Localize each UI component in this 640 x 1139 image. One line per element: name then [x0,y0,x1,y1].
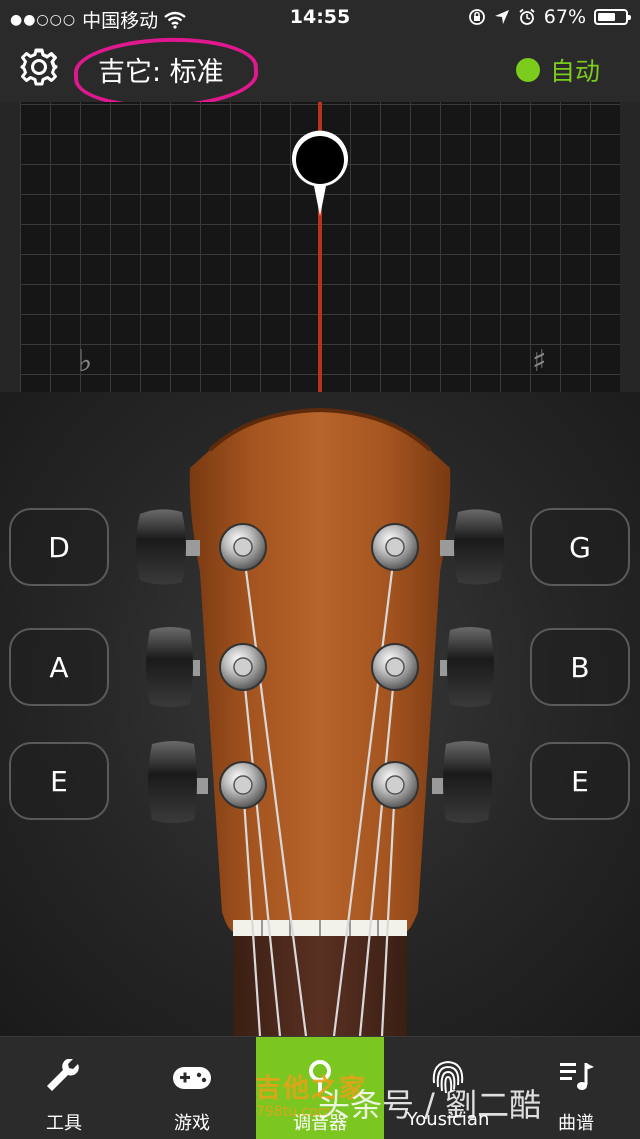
string-button-high-e[interactable]: E [530,742,630,820]
header-bar: 吉它: 标准 自动 [0,34,640,112]
tuner-frame-left [0,102,20,392]
tab-label: 游戏 [174,1113,210,1134]
sharp-symbol: ♯ [532,344,547,379]
headstock-stage: D A E G B E [0,392,640,1036]
tab-tools[interactable]: 工具 [0,1037,128,1139]
guitar-headstock-illustration [136,407,504,1036]
auto-indicator-icon [515,58,540,82]
instrument-title: 吉它: 标准 [98,57,224,88]
string-button-g[interactable]: G [530,508,630,586]
status-bar: ●●○○○ 中国移动 14:55 67% [0,0,640,36]
tuner-display: ♭ ♯ [20,102,620,392]
tuner-frame-right [620,102,640,392]
battery-fill [598,13,615,21]
string-button-low-e[interactable]: E [9,742,109,820]
auto-mode-toggle[interactable]: 自动 [515,52,600,88]
string-button-b[interactable]: B [530,628,630,706]
gamepad-icon [173,1067,211,1089]
flat-symbol: ♭ [78,344,93,379]
battery-percent: 67% [543,6,586,28]
battery-icon [594,9,631,25]
tab-games[interactable]: 游戏 [128,1037,256,1139]
string-button-d[interactable]: D [9,508,109,586]
rotation-lock-icon [468,9,485,25]
tab-label: 工具 [46,1113,82,1134]
gear-icon[interactable] [18,46,60,88]
string-button-a[interactable]: A [9,628,109,706]
auto-mode-label: 自动 [549,57,600,86]
watermark-toutiao: 头条号 / 劉二酷 [318,1086,542,1124]
alarm-icon [519,8,535,25]
location-arrow-icon [494,10,509,24]
status-right: 67% [468,6,631,28]
music-notes-icon [560,1063,594,1090]
wrench-icon [47,1059,79,1091]
pitch-marker-icon [292,130,348,216]
